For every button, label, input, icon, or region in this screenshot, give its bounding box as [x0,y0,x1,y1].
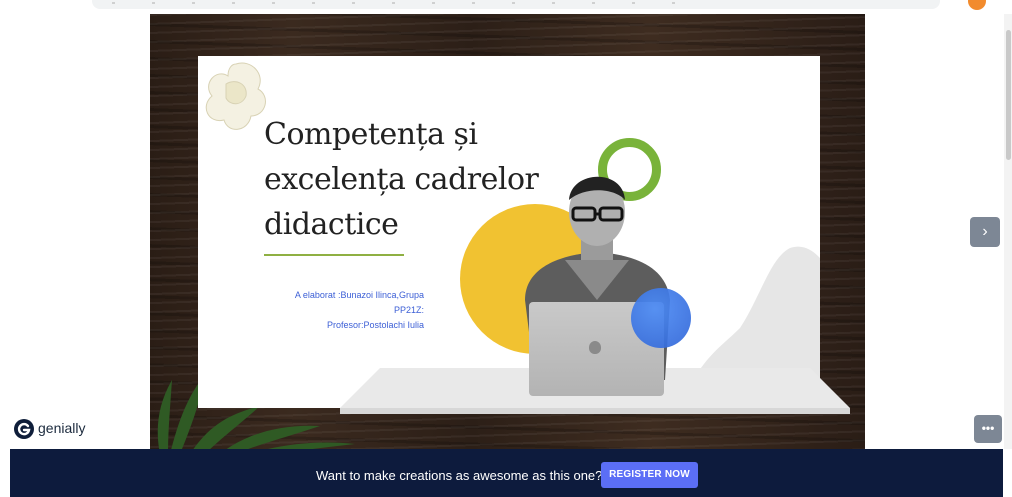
more-dots-icon: ••• [981,421,995,435]
next-slide-button[interactable]: › [970,217,1000,247]
footer-cta-text: Want to make creations as awesome as thi… [316,468,603,483]
slide-credits: A elaborat :Bunazoi Ilinca,Grupa PP21Z: … [262,288,424,333]
blue-circle-decoration [631,288,691,348]
title-underline [264,254,404,256]
chevron-right-icon: › [982,223,988,240]
slide-title-line-1: Competența și [264,117,478,152]
address-bar[interactable] [92,0,940,9]
more-options-button[interactable]: ••• [974,415,1002,443]
slide-title-line-3: didactice [264,207,399,242]
credits-group: PP21Z: [393,305,424,315]
credits-author: A elaborat :Bunazoi Ilinca,Grupa [294,290,424,300]
credits-teacher: Profesor:Postolachi Iulia [326,320,424,330]
address-bar-content [112,2,712,4]
genially-logo-text[interactable]: genially [38,420,85,436]
scrollbar-thumb[interactable] [1006,30,1011,160]
apple-logo-icon [589,341,601,354]
slide-title-line-2: excelența cadrelor [264,162,539,197]
register-now-button[interactable]: REGISTER NOW [601,462,698,488]
genially-logo-icon[interactable] [14,419,34,439]
